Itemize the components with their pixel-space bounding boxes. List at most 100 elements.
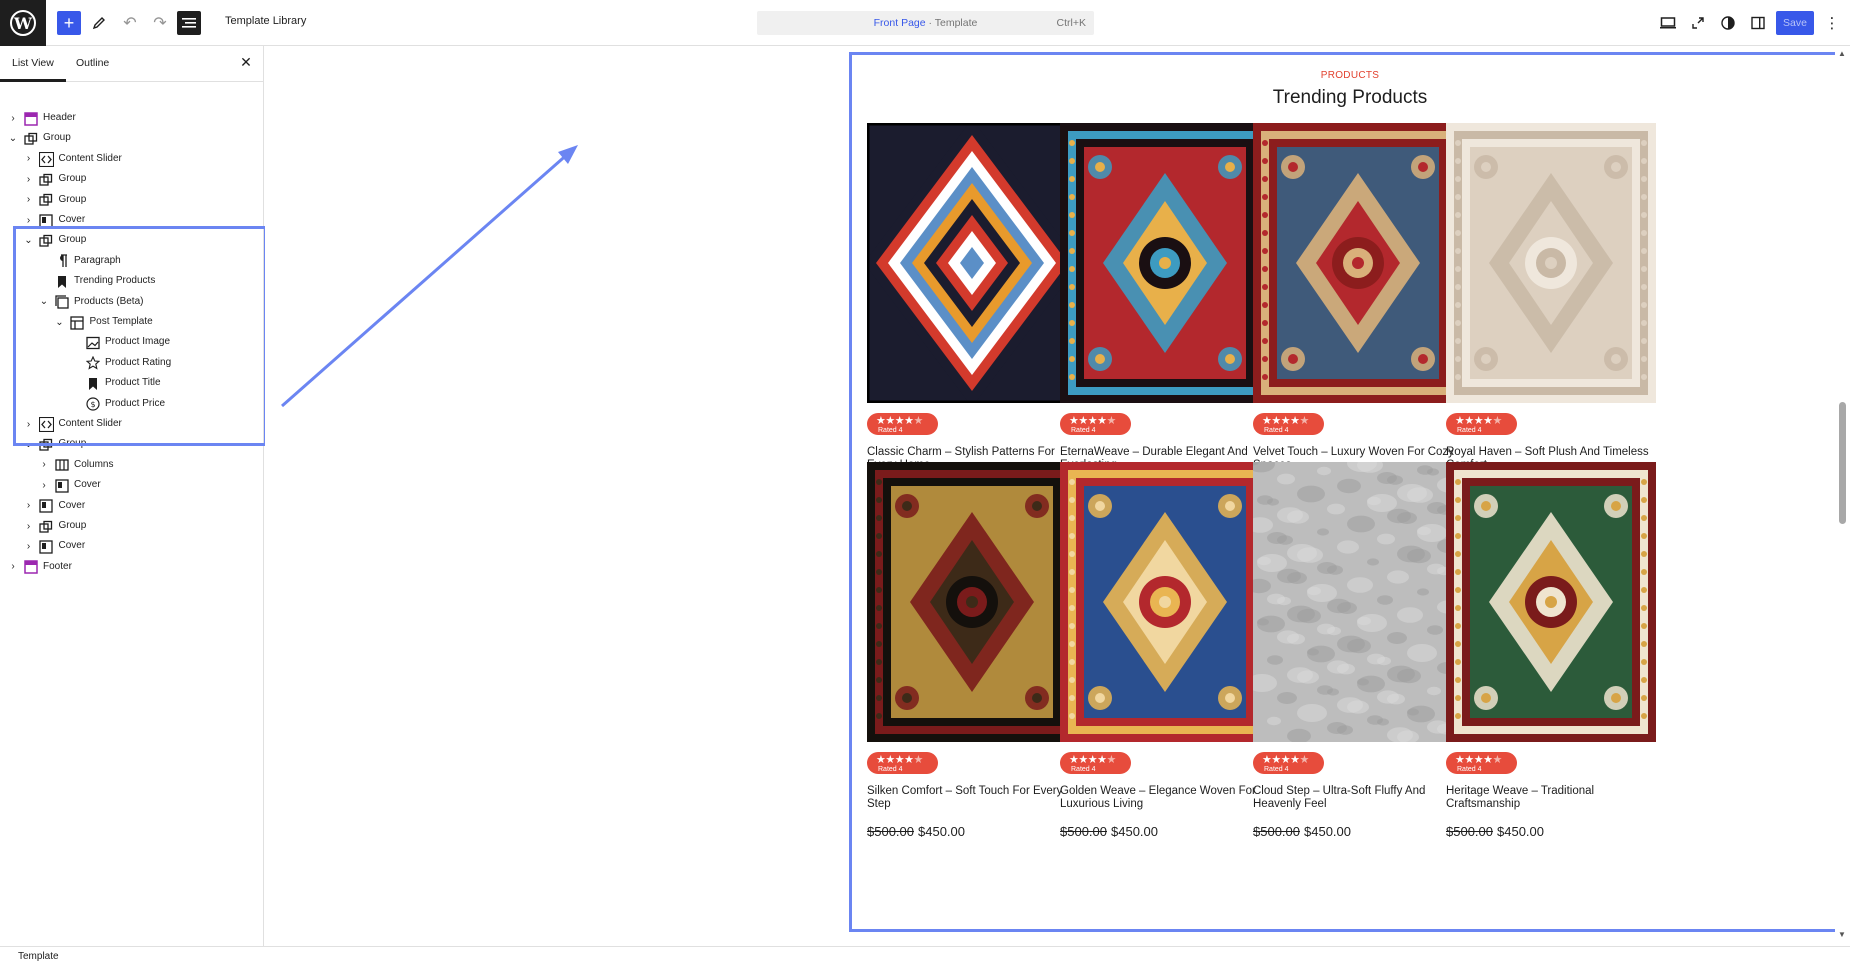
- product-title[interactable]: Silken Comfort – Soft Touch For Every St…: [867, 785, 1077, 811]
- group-icon: [39, 519, 54, 534]
- product-image[interactable]: [867, 462, 1077, 742]
- template-part-icon: [23, 560, 38, 575]
- star-rating-icon: ★★★★★: [876, 754, 923, 766]
- rating-text: Rated 4: [1264, 766, 1289, 773]
- product-price: $500.00 $450.00: [1060, 824, 1158, 839]
- chevron-right-icon[interactable]: ›: [39, 457, 49, 473]
- group-icon: [39, 437, 54, 452]
- list-view-item-label: Cover: [74, 479, 101, 491]
- shortcut-hint: Ctrl+K: [1056, 17, 1086, 29]
- product-card[interactable]: ★★★★★ Rated 4 Royal Haven – Soft Plush And…: [1446, 123, 1656, 503]
- list-view-item[interactable]: › Footer: [0, 555, 262, 579]
- columns-icon: [54, 458, 69, 473]
- product-card[interactable]: ★★★★★ Rated 4 Heritage Weave – Traditional…: [1446, 462, 1656, 842]
- product-price: $500.00 $450.00: [867, 824, 965, 839]
- save-button[interactable]: Save: [1776, 11, 1814, 35]
- rating-text: Rated 4: [878, 427, 903, 434]
- document-title: Front Page: [873, 17, 926, 29]
- rating-text: Rated 4: [1071, 427, 1096, 434]
- product-image[interactable]: [1060, 462, 1270, 742]
- sale-price: $450.00: [1111, 824, 1158, 839]
- chevron-right-icon[interactable]: ›: [8, 559, 18, 575]
- regular-price: $500.00: [1060, 824, 1107, 839]
- rating-text: Rated 4: [1457, 427, 1482, 434]
- product-card[interactable]: ★★★★★ Rated 4 Classic Charm – Stylish Patt…: [867, 123, 1077, 503]
- list-view-item-label: Footer: [43, 560, 72, 572]
- sale-price: $450.00: [1304, 824, 1351, 839]
- editor-app: W + ↶ ↷ Template Library Front Page · Te…: [0, 0, 1850, 966]
- annotation-arrow: [281, 145, 578, 408]
- product-image[interactable]: [1253, 123, 1463, 403]
- product-image[interactable]: [1060, 123, 1270, 403]
- sale-price: $450.00: [1497, 824, 1544, 839]
- sidebar-icon: [1751, 16, 1765, 30]
- chevron-down-icon[interactable]: ⌄: [24, 436, 34, 452]
- expand-icon: [1692, 17, 1704, 29]
- product-rating-badge: ★★★★★ Rated 4: [1060, 752, 1131, 774]
- scrollbar-thumb[interactable]: [1839, 402, 1846, 524]
- product-card[interactable]: ★★★★★ Rated 4 Velvet Touch – Luxury Woven …: [1253, 123, 1463, 503]
- list-view-item-label: Group: [58, 520, 87, 531]
- product-card[interactable]: ★★★★★ Rated 4 Cloud Step – Ultra-Soft Fluf…: [1253, 462, 1463, 842]
- star-rating-icon: ★★★★★: [1069, 754, 1116, 766]
- product-rating-badge: ★★★★★ Rated 4: [1060, 413, 1131, 435]
- product-image[interactable]: [1446, 462, 1656, 742]
- list-view-item-label: Cover: [58, 499, 86, 511]
- product-rating-badge: ★★★★★ Rated 4: [1253, 413, 1324, 435]
- product-price: $500.00 $450.00: [1253, 824, 1351, 839]
- more-vertical-icon: ⋮: [1824, 15, 1840, 32]
- list-view-item-label: Group: [58, 438, 87, 450]
- section-eyebrow: PRODUCTS: [1320, 70, 1380, 81]
- product-card[interactable]: ★★★★★ Rated 4 Silken Comfort – Soft Touch …: [867, 462, 1077, 842]
- styles-button[interactable]: [1718, 13, 1738, 33]
- list-view-item-label: Cover: [58, 540, 86, 552]
- settings-sidebar-button[interactable]: [1748, 13, 1768, 33]
- star-rating-icon: ★★★★★: [1069, 415, 1116, 427]
- options-button[interactable]: ⋮: [1824, 12, 1840, 34]
- chevron-right-icon[interactable]: ›: [24, 498, 34, 514]
- product-image[interactable]: [1446, 123, 1656, 403]
- scroll-up-arrow-icon[interactable]: ▲: [1838, 49, 1846, 58]
- cover-icon: [54, 478, 69, 493]
- chevron-right-icon[interactable]: ›: [39, 477, 49, 493]
- product-rating-badge: ★★★★★ Rated 4: [1253, 752, 1324, 774]
- canvas-scrollbar[interactable]: ▲ ▼: [1835, 46, 1850, 946]
- block-breadcrumb-bar: Template: [0, 946, 1850, 966]
- preview-device-button[interactable]: [1658, 13, 1678, 33]
- product-card[interactable]: ★★★★★ Rated 4 EternaWeave – Durable Elegan…: [1060, 123, 1270, 503]
- section-title: Trending Products: [1272, 87, 1428, 108]
- zoom-out-button[interactable]: [1688, 13, 1708, 33]
- star-rating-icon: ★★★★★: [1262, 415, 1309, 427]
- rating-text: Rated 4: [878, 766, 903, 773]
- scroll-down-arrow-icon[interactable]: ▼: [1838, 930, 1846, 939]
- star-rating-icon: ★★★★★: [876, 415, 923, 427]
- document-type: · Template: [925, 17, 978, 29]
- star-rating-icon: ★★★★★: [1455, 415, 1502, 427]
- product-price: $500.00 $450.00: [1446, 824, 1544, 839]
- breadcrumb-template[interactable]: Template: [18, 951, 59, 962]
- products-section[interactable]: PRODUCTS Trending Products ★★★★★ Rated 4C…: [849, 52, 1850, 932]
- cover-icon: [39, 539, 54, 554]
- star-rating-icon: ★★★★★: [1262, 754, 1309, 766]
- product-image[interactable]: [867, 123, 1077, 403]
- command-palette-button[interactable]: Front Page · Template Ctrl+K: [757, 11, 1094, 35]
- chevron-right-icon[interactable]: ›: [24, 538, 34, 554]
- product-rating-badge: ★★★★★ Rated 4: [1446, 413, 1517, 435]
- product-title[interactable]: Golden Weave – Elegance Woven For Luxuri…: [1060, 785, 1270, 811]
- product-card[interactable]: ★★★★★ Rated 4 Golden Weave – Elegance Wove…: [1060, 462, 1270, 842]
- rating-text: Rated 4: [1457, 766, 1482, 773]
- product-title[interactable]: Cloud Step – Ultra-Soft Fluffy And Heave…: [1253, 785, 1463, 811]
- product-image[interactable]: [1253, 462, 1463, 742]
- chevron-right-icon[interactable]: ›: [24, 518, 34, 534]
- rating-text: Rated 4: [1071, 766, 1096, 773]
- regular-price: $500.00: [1253, 824, 1300, 839]
- contrast-icon: [1721, 16, 1735, 30]
- product-title[interactable]: Heritage Weave – Traditional Craftsmansh…: [1446, 785, 1656, 811]
- product-rating-badge: ★★★★★ Rated 4: [1446, 752, 1517, 774]
- product-rating-badge: ★★★★★ Rated 4: [867, 752, 938, 774]
- regular-price: $500.00: [1446, 824, 1493, 839]
- regular-price: $500.00: [867, 824, 914, 839]
- rating-text: Rated 4: [1264, 427, 1289, 434]
- cover-icon: [39, 499, 54, 514]
- list-view-item-label: Columns: [74, 458, 114, 470]
